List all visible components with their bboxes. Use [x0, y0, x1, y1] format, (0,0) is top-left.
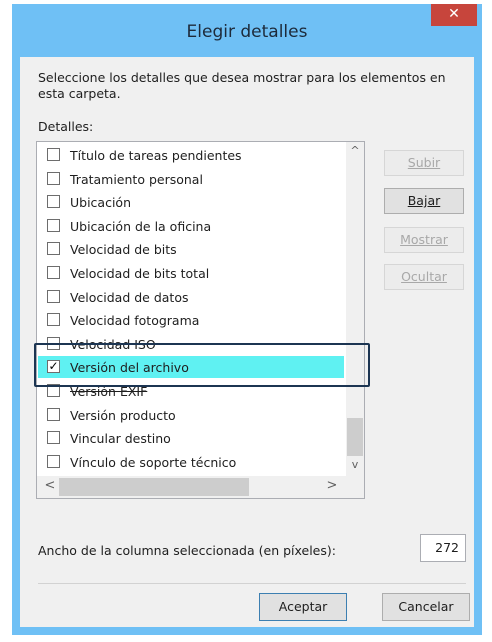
- dialog-content: Seleccione los detalles que desea mostra…: [20, 57, 474, 627]
- horizontal-scrollbar[interactable]: < >: [37, 476, 346, 498]
- checkbox[interactable]: [47, 266, 60, 279]
- list-item-label: Ubicación: [70, 195, 132, 211]
- checkbox[interactable]: [47, 384, 60, 397]
- move-down-label: Bajar: [407, 193, 441, 208]
- scroll-up-icon[interactable]: ^: [346, 144, 364, 162]
- hide-label: Ocultar: [401, 269, 447, 284]
- list-item-label: Versión del archivo: [70, 360, 189, 376]
- list-item-label: Tratamiento personal: [70, 171, 203, 187]
- list-item-label: Ubicación de la oficina: [70, 218, 212, 234]
- checkbox[interactable]: [47, 431, 60, 445]
- list-item[interactable]: Velocidad de bits total: [38, 262, 344, 284]
- details-listbox[interactable]: Título de tareas pendientes Tratamiento p…: [36, 141, 365, 499]
- list-item[interactable]: Velocidad de datos: [38, 286, 344, 308]
- list-item[interactable]: ✓ Versión del archivo: [38, 356, 344, 379]
- list-item[interactable]: Versión EXIF: [38, 380, 344, 402]
- list-item[interactable]: Vincular destino: [38, 427, 344, 449]
- details-label: Detalles:: [38, 119, 94, 134]
- list-item-label: Velocidad de bits total: [70, 266, 210, 281]
- move-up-label: Subir: [407, 155, 441, 170]
- vertical-scroll-thumb[interactable]: [347, 418, 363, 456]
- checkbox[interactable]: [47, 242, 60, 256]
- column-width-label: Ancho de la columna seleccionada (en píx…: [38, 543, 336, 558]
- description-text: Seleccione los detalles que desea mostra…: [38, 70, 446, 101]
- checkbox[interactable]: [47, 171, 60, 185]
- checkbox[interactable]: [47, 148, 60, 161]
- move-up-button[interactable]: Subir: [384, 150, 464, 176]
- scrollbar-corner: [346, 476, 364, 498]
- checkbox[interactable]: [47, 218, 60, 232]
- list-item[interactable]: Versión producto: [38, 404, 344, 426]
- cancel-button[interactable]: Cancelar: [382, 593, 470, 621]
- vertical-scrollbar[interactable]: ^ v: [346, 142, 364, 476]
- title-bar[interactable]: Elegir detalles ✕: [12, 4, 482, 58]
- close-button[interactable]: ✕: [431, 4, 477, 26]
- show-label: Mostrar: [400, 232, 448, 247]
- hide-button[interactable]: Ocultar: [384, 264, 464, 290]
- list-item-label: Vínculo de soporte técnico: [70, 454, 237, 470]
- list-item[interactable]: Velocidad de bits: [38, 238, 344, 260]
- separator: [38, 583, 466, 584]
- ok-button[interactable]: Aceptar: [259, 593, 347, 621]
- checkbox[interactable]: [47, 454, 60, 468]
- list-item[interactable]: Ubicación: [38, 191, 344, 213]
- list-item-label: Velocidad de datos: [70, 289, 189, 305]
- list-item[interactable]: Título de tareas pendientes: [38, 144, 344, 166]
- checkbox[interactable]: [47, 313, 60, 327]
- checkbox[interactable]: [47, 336, 60, 350]
- dialog-title: Elegir detalles: [186, 22, 308, 42]
- list-item[interactable]: Vínculo de soporte técnico: [38, 451, 344, 473]
- list-item-label: Versión EXIF: [70, 384, 148, 399]
- checkbox[interactable]: [47, 195, 60, 209]
- scroll-left-icon[interactable]: <: [41, 478, 59, 496]
- list-item[interactable]: Velocidad ISO: [38, 333, 344, 355]
- horizontal-scroll-thumb[interactable]: [59, 478, 249, 496]
- checkbox[interactable]: ✓: [47, 360, 60, 374]
- list-item-label: Vincular destino: [70, 431, 171, 447]
- list-item-label: Velocidad ISO: [70, 336, 156, 352]
- column-width-input[interactable]: 272: [420, 534, 466, 562]
- move-down-button[interactable]: Bajar: [384, 188, 464, 214]
- list-item-label: Velocidad de bits: [70, 242, 177, 258]
- checkbox[interactable]: [47, 289, 60, 303]
- list-item[interactable]: Velocidad fotograma: [38, 309, 344, 331]
- choose-details-dialog: Elegir detalles ✕ Seleccione los detalle…: [12, 4, 482, 635]
- scroll-down-icon[interactable]: v: [346, 458, 364, 476]
- show-button[interactable]: Mostrar: [384, 227, 464, 253]
- list-item-label: Velocidad fotograma: [70, 313, 200, 329]
- list-item-label: Versión producto: [70, 407, 176, 423]
- list-item-label: Título de tareas pendientes: [70, 148, 242, 163]
- close-icon: ✕: [448, 6, 460, 22]
- scroll-right-icon[interactable]: >: [323, 478, 341, 496]
- checkbox[interactable]: [47, 407, 60, 421]
- list-item[interactable]: Ubicación de la oficina: [38, 215, 344, 237]
- list-item[interactable]: Tratamiento personal: [38, 168, 344, 190]
